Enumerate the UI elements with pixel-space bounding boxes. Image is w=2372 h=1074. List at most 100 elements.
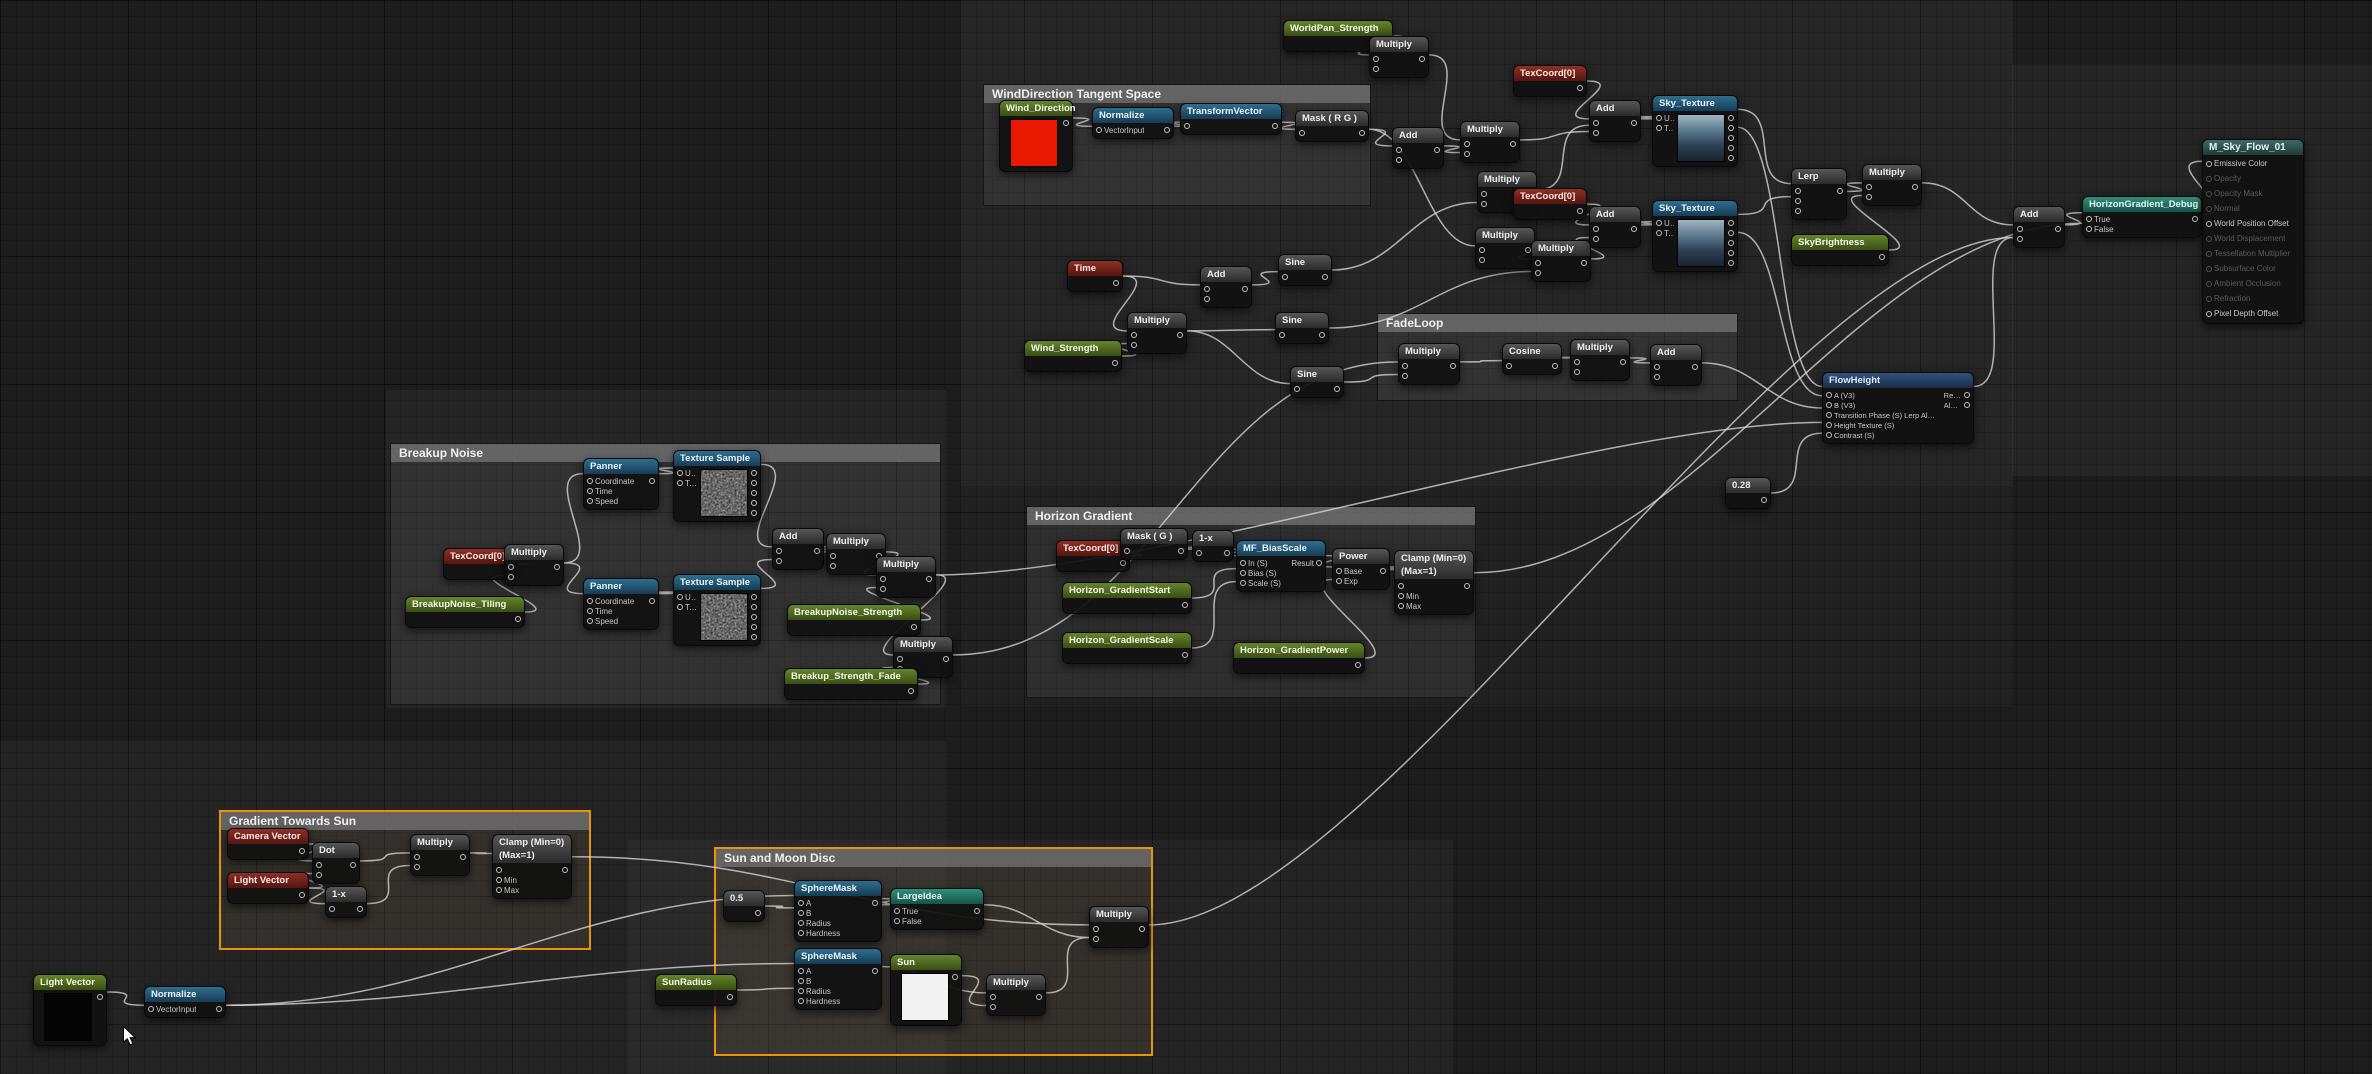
pin-out[interactable]	[92, 992, 106, 1002]
pin-dot-icon[interactable]	[1113, 280, 1119, 286]
node-wind-direction[interactable]: Wind_Direction	[999, 100, 1073, 172]
pin-dot-icon[interactable]	[2206, 281, 2212, 287]
pin-dot-icon[interactable]	[1398, 603, 1404, 609]
pin-out[interactable]	[455, 852, 469, 862]
pin-dot-icon[interactable]	[1510, 141, 1516, 147]
pin-dot-icon[interactable]	[1272, 123, 1278, 129]
pin-dot-icon[interactable]	[894, 908, 900, 914]
node-breakup-strength-fade[interactable]: Breakup_Strength_Fade	[784, 668, 918, 700]
pin-dot-icon[interactable]	[587, 488, 593, 494]
pin-dot-icon[interactable]	[1282, 274, 1288, 280]
pin-out[interactable]	[1725, 228, 1737, 238]
pin-in[interactable]	[1395, 581, 1424, 591]
pin-dot-icon[interactable]	[926, 576, 932, 582]
pin-in[interactable]	[1503, 361, 1517, 371]
pin-dot-icon[interactable]	[1506, 363, 1512, 369]
pin-true[interactable]: True	[2083, 214, 2117, 224]
pin-normal[interactable]: Normal	[2203, 201, 2303, 216]
node-sky-tex-1[interactable]: Sky_TextureUVsTex	[1652, 95, 1738, 167]
pin-out[interactable]	[748, 498, 760, 508]
pin-dot-icon[interactable]	[1631, 120, 1637, 126]
pin-dot-icon[interactable]	[496, 877, 502, 883]
pin-dot-icon[interactable]	[2206, 191, 2212, 197]
pin-dot-icon[interactable]	[1728, 115, 1734, 121]
pin-dot-icon[interactable]	[1196, 550, 1202, 556]
pin-dot-icon[interactable]	[880, 586, 886, 592]
pin-in[interactable]	[1090, 934, 1104, 944]
pin-dot-icon[interactable]	[814, 548, 820, 554]
pin-tessellation-multiplier[interactable]: Tessellation Multiplier	[2203, 246, 2303, 261]
pin-dot-icon[interactable]	[943, 656, 949, 662]
pin-out[interactable]	[1414, 54, 1428, 64]
pin-tex[interactable]: Tex	[674, 602, 700, 612]
pin-dot-icon[interactable]	[587, 478, 593, 484]
pin-dot-icon[interactable]	[1654, 364, 1660, 370]
pin-false[interactable]: False	[891, 916, 925, 926]
pin-in[interactable]	[894, 654, 908, 664]
node-multiply-out[interactable]: Multiply	[1862, 164, 1922, 206]
node-sun-texture[interactable]: Sun	[890, 954, 962, 1026]
pin-out[interactable]	[644, 596, 658, 606]
pin-out[interactable]	[1314, 330, 1328, 340]
pin-dot-icon[interactable]	[1334, 386, 1340, 392]
pin-dot-icon[interactable]	[2206, 206, 2212, 212]
pin-out[interactable]	[748, 468, 760, 478]
pin-results[interactable]: Results	[1941, 390, 1973, 400]
pin-dot-icon[interactable]	[1656, 230, 1662, 236]
pin-out[interactable]	[1725, 218, 1737, 228]
pin-in[interactable]	[1201, 294, 1215, 304]
pin-in[interactable]	[1201, 284, 1215, 294]
pin-dot-icon[interactable]	[1577, 85, 1583, 91]
pin-out[interactable]	[1725, 248, 1737, 258]
pin-dot-icon[interactable]	[554, 564, 560, 570]
pin-dot-icon[interactable]	[830, 563, 836, 569]
pin-uvs[interactable]: UVs	[674, 592, 700, 602]
pin-hardness[interactable]: Hardness	[795, 996, 843, 1006]
node-oneminus-h[interactable]: 1-x	[1192, 530, 1234, 562]
pin-dot-icon[interactable]	[1336, 568, 1342, 574]
pin-bias-s[interactable]: Bias (S)	[1237, 568, 1284, 578]
pin-dot-icon[interactable]	[1319, 332, 1325, 338]
pin-dot-icon[interactable]	[872, 968, 878, 974]
pin-dot-icon[interactable]	[1574, 359, 1580, 365]
pin-out[interactable]	[1159, 125, 1173, 135]
pin-dot-icon[interactable]	[2206, 266, 2212, 272]
pin-out[interactable]	[510, 614, 524, 624]
pin-transition-phase-s-lerp-alpha-no-contrast[interactable]: Transition Phase (S) Lerp Alpha No Contr…	[1823, 410, 1941, 420]
pin-out[interactable]	[750, 908, 764, 918]
pin-in[interactable]	[1399, 371, 1413, 381]
pin-max[interactable]: Max	[1395, 601, 1424, 611]
pin-pixel-depth-offset[interactable]: Pixel Depth Offset	[2203, 306, 2303, 321]
pin-dot-icon[interactable]	[1373, 66, 1379, 72]
node-multiply-bn1[interactable]: Multiply	[504, 544, 564, 586]
pin-dot-icon[interactable]	[1795, 188, 1801, 194]
pin-out[interactable]	[1058, 118, 1072, 128]
pin-dot-icon[interactable]	[1656, 125, 1662, 131]
pin-out[interactable]	[1725, 123, 1737, 133]
node-sine-a[interactable]: Sine	[1278, 254, 1332, 286]
pin-dot-icon[interactable]	[1398, 583, 1404, 589]
node-camera-vector[interactable]: Camera Vector	[227, 828, 309, 860]
node-power-h[interactable]: PowerBaseExp	[1332, 548, 1390, 590]
comment-title[interactable]: Sun and Moon Disc	[716, 849, 1151, 867]
comment-title[interactable]: FadeLoop	[1378, 314, 1737, 332]
pin-subsurface-color[interactable]: Subsurface Color	[2203, 261, 2303, 276]
node-light-vector-preview[interactable]: Light Vector	[33, 974, 107, 1046]
pin-dot-icon[interactable]	[1574, 369, 1580, 375]
pin-out[interactable]	[1505, 139, 1519, 149]
pin-dot-icon[interactable]	[2206, 311, 2212, 317]
pin-out[interactable]	[921, 574, 935, 584]
pin-b-v3[interactable]: B (V3)	[1823, 400, 1941, 410]
pin-out[interactable]	[1725, 143, 1737, 153]
pin-dot-icon[interactable]	[496, 867, 502, 873]
pin-hardness[interactable]: Hardness	[795, 928, 843, 938]
pin-in[interactable]	[1476, 245, 1490, 255]
pin-dot-icon[interactable]	[751, 594, 757, 600]
node-horizon-gradientpower[interactable]: Horizon_GradientPower	[1233, 642, 1365, 674]
pin-dot-icon[interactable]	[2086, 216, 2092, 222]
node-sine-b[interactable]: Sine	[1275, 312, 1329, 344]
pin-dot-icon[interactable]	[751, 624, 757, 630]
pin-dot-icon[interactable]	[460, 854, 466, 860]
pin-in[interactable]	[1590, 118, 1604, 128]
comment-title[interactable]: Horizon Gradient	[1027, 507, 1475, 525]
